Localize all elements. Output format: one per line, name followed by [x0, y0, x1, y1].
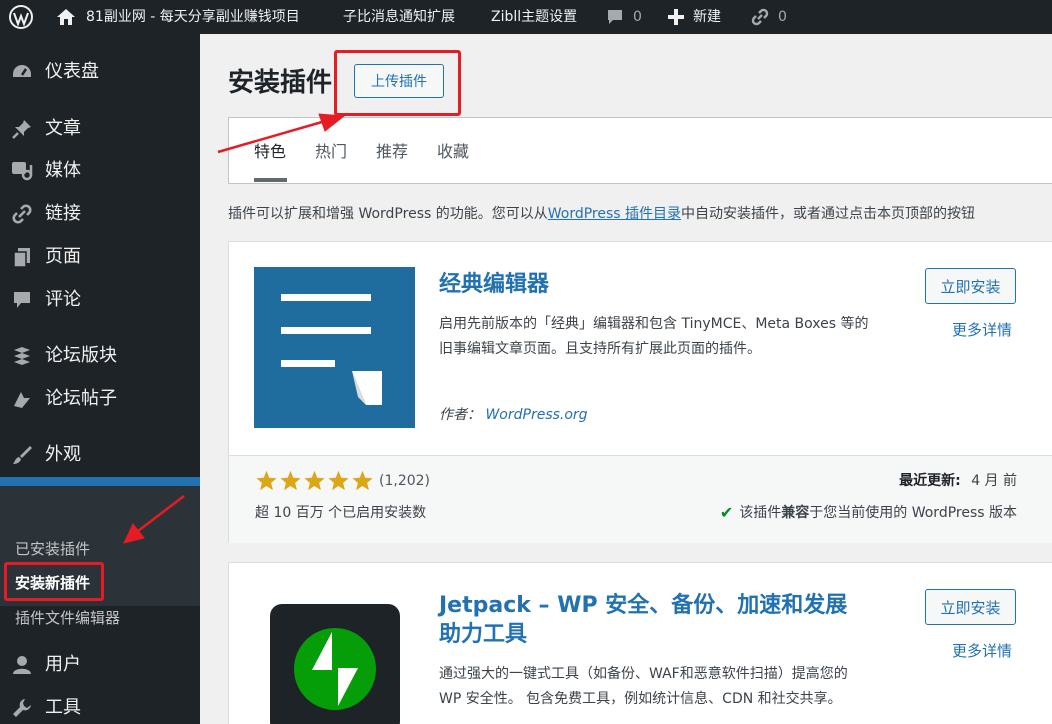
add-new-highlight-box [4, 562, 104, 601]
sidebar-item-label: 工具 [45, 697, 81, 718]
star-icon [328, 470, 349, 491]
plugin-menu-label: 子比消息通知扩展 [343, 9, 455, 25]
sidebar-item-label: 论坛帖子 [45, 388, 117, 409]
sidebar-item-media[interactable]: 媒体 [0, 153, 200, 189]
sidebar-item-comments[interactable]: 评论 [0, 282, 200, 318]
star-icon [256, 470, 277, 491]
new-label: 新建 [693, 9, 721, 25]
tab-recommended[interactable]: 推荐 [376, 138, 408, 162]
sidebar-item-pages[interactable]: 页面 [0, 239, 200, 275]
compatibility-notice: ✔ 该插件 兼容 于您当前使用的 WordPress 版本 [720, 502, 1017, 522]
star-rating: (1,202) [255, 470, 430, 492]
sidebar-item-label: 用户 [45, 654, 81, 675]
author-label: 作者： [439, 407, 481, 423]
intro-suffix: 中自动安装插件，或者通过点击本页顶部的按钮 [681, 206, 976, 222]
sidebar-item-label: 论坛版块 [45, 345, 117, 366]
install-now-button[interactable]: 立即安装 [925, 589, 1016, 625]
compat-prefix: 该插件 [739, 505, 782, 521]
active-installs: 超 10 百万 个已启用安装数 [255, 505, 427, 521]
more-details-link[interactable]: 更多详情 [952, 319, 1012, 340]
site-name: 81副业网 - 每天分享副业赚钱项目 [86, 9, 300, 25]
dashboard-icon [10, 61, 34, 83]
intro-text: 插件可以扩展和增强 WordPress 的功能。您可以从WordPress 插件… [228, 203, 1052, 223]
classic-editor-logo-icon[interactable] [254, 267, 415, 428]
install-now-button[interactable]: 立即安装 [925, 268, 1016, 304]
links-count: 0 [778, 9, 787, 25]
sidebar-item-label: 外观 [45, 444, 81, 465]
link-icon [10, 203, 34, 225]
submenu-plugin-file-editor[interactable]: 插件文件编辑器 [15, 607, 120, 628]
sidebar-item-links[interactable]: 链接 [0, 196, 200, 232]
sidebar-item-label: 媒体 [45, 160, 81, 181]
sidebar-item-label: 链接 [45, 203, 81, 224]
star-icon [304, 470, 325, 491]
sidebar-item-label: 文章 [45, 118, 81, 139]
media-icon [10, 160, 34, 182]
wrench-icon [10, 697, 34, 719]
jetpack-logo-icon[interactable] [270, 604, 400, 724]
star-icon [352, 470, 373, 491]
tab-featured[interactable]: 特色 [254, 138, 286, 162]
active-tab-indicator [254, 178, 287, 182]
link-chain-icon [750, 7, 770, 27]
plugin-name-link[interactable]: 经典编辑器 [439, 270, 549, 299]
sidebar-item-posts[interactable]: 文章 [0, 111, 200, 147]
plugin-card-classic-editor: 经典编辑器 启用先前版本的「经典」编辑器和包含 TinyMCE、Meta Box… [228, 241, 1052, 543]
plugin-menu-link[interactable]: 子比消息通知扩展 [343, 0, 455, 34]
sidebar-item-label: 页面 [45, 246, 81, 267]
plugin-filter-tabs: 特色 热门 推荐 收藏 [228, 117, 1052, 184]
star-icon [280, 470, 301, 491]
theme-settings-link[interactable]: Zibll主题设置 [491, 0, 577, 34]
sidebar-item-forum-posts[interactable]: 论坛帖子 [0, 381, 200, 417]
sidebar-item-appearance[interactable]: 外观 [0, 437, 200, 473]
last-updated: 最近更新: 4 月 前 [899, 470, 1017, 490]
page-icon [10, 246, 34, 268]
plugin-name-link[interactable]: Jetpack – WP 安全、备份、加速和发展助力工具 [439, 591, 859, 649]
plugin-card-jetpack: Jetpack – WP 安全、备份、加速和发展助力工具 通过强大的一键式工具（… [228, 562, 1052, 724]
site-name-link[interactable]: 81副业网 - 每天分享副业赚钱项目 [56, 0, 300, 34]
comments-link[interactable]: 0 [605, 0, 642, 34]
forum-icon [10, 345, 34, 367]
comment-bubble-icon [605, 7, 625, 27]
sidebar-item-users[interactable]: 用户 [0, 647, 200, 683]
sidebar-item-tools[interactable]: 工具 [0, 690, 200, 724]
submenu-installed-plugins[interactable]: 已安装插件 [15, 538, 90, 559]
compat-bold: 兼容 [781, 505, 810, 521]
plus-icon [667, 8, 685, 26]
tab-favorites[interactable]: 收藏 [437, 138, 469, 162]
sidebar-item-label: 仪表盘 [45, 61, 99, 82]
new-content-link[interactable]: 新建 [667, 0, 721, 34]
intro-prefix: 插件可以扩展和增强 WordPress 的功能。您可以从 [228, 206, 548, 222]
plugin-directory-link[interactable]: WordPress 插件目录 [548, 206, 681, 222]
plugin-description: 通过强大的一键式工具（如备份、WAF和恶意软件扫描）提高您的 WP 安全性。 包… [439, 666, 848, 707]
upload-highlight-box [334, 50, 461, 116]
plugin-description: 启用先前版本的「经典」编辑器和包含 TinyMCE、Meta Boxes 等的旧… [439, 316, 869, 357]
compat-suffix: 于您当前使用的 WordPress 版本 [809, 505, 1017, 521]
brush-icon [10, 444, 34, 466]
comments-count: 0 [633, 9, 642, 25]
tab-popular[interactable]: 热门 [315, 138, 347, 162]
sidebar-item-label: 评论 [45, 289, 81, 310]
author-link[interactable]: WordPress.org [485, 407, 587, 423]
more-details-link[interactable]: 更多详情 [952, 640, 1012, 661]
checkmark-icon: ✔ [719, 502, 734, 522]
wordpress-logo-icon[interactable] [8, 0, 34, 34]
user-icon [10, 654, 34, 676]
home-icon [56, 8, 76, 26]
links-link[interactable]: 0 [750, 0, 787, 34]
pin-icon [10, 118, 34, 140]
page-title: 安装插件 [228, 68, 333, 98]
plugin-card-footer: (1,202) 超 10 百万 个已启用安装数 最近更新: 4 月 前 ✔ 该插… [229, 455, 1052, 543]
posts-icon [10, 388, 34, 410]
sidebar-item-forum-sections[interactable]: 论坛版块 [0, 338, 200, 374]
last-updated-value: 4 月 前 [971, 473, 1017, 489]
admin-bar: 81副业网 - 每天分享副业赚钱项目 子比消息通知扩展 Zibll主题设置 0 … [0, 0, 1052, 34]
rating-count: (1,202) [379, 473, 431, 489]
plugin-author: 作者： WordPress.org [439, 404, 588, 424]
last-updated-label: 最近更新: [899, 473, 961, 489]
sidebar-item-dashboard[interactable]: 仪表盘 [0, 54, 200, 90]
theme-settings-label: Zibll主题设置 [491, 9, 578, 25]
comment-icon [10, 289, 34, 311]
